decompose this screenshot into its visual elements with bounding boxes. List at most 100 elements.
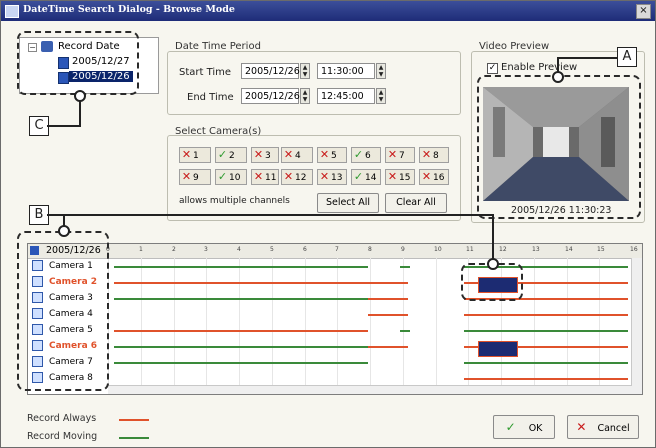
callout-a-region	[477, 75, 641, 219]
recording-segment[interactable]	[114, 330, 368, 332]
start-time-spinner[interactable]: ▲ ▼	[376, 63, 386, 79]
datetime-group	[167, 51, 461, 115]
camera-channel-3[interactable]: ✕ 3	[251, 147, 279, 163]
hour-tick: 11	[466, 246, 474, 253]
camera-channel-16[interactable]: ✕ 16	[419, 169, 449, 185]
camera-channel-label: 1	[193, 151, 199, 161]
cross-icon: ✕	[576, 420, 587, 434]
enable-preview-label: Enable Preview	[501, 62, 578, 73]
start-date-spinner[interactable]: ▲ ▼	[300, 63, 310, 79]
selected-range-block[interactable]	[478, 341, 518, 357]
hour-gridline	[174, 258, 175, 388]
callout-a-tag: A	[617, 47, 637, 67]
enable-preview-checkbox[interactable]: ✓	[487, 63, 498, 74]
recording-segment[interactable]	[114, 282, 408, 284]
check-icon: ✓	[505, 420, 516, 434]
camera-channel-1[interactable]: ✕ 1	[179, 147, 211, 163]
recording-segment[interactable]	[114, 298, 368, 300]
checked-icon: ✓	[353, 170, 364, 183]
select-all-button[interactable]: Select All	[317, 193, 379, 213]
end-time-spinner[interactable]: ▲ ▼	[376, 88, 386, 104]
camera-channel-15[interactable]: ✕ 15	[385, 169, 415, 185]
checked-icon: ✓	[217, 148, 228, 161]
camera-channel-label: 9	[193, 173, 199, 183]
camera-channel-10[interactable]: ✓ 10	[215, 169, 247, 185]
camera-channel-13[interactable]: ✕ 13	[317, 169, 347, 185]
callout-b-leader	[492, 214, 494, 262]
hour-gridline	[206, 258, 207, 388]
unchecked-icon: ✕	[319, 148, 330, 161]
recording-segment[interactable]	[368, 298, 408, 300]
hour-tick: 1	[139, 246, 143, 253]
camera-channel-label: 3	[265, 151, 271, 161]
hour-tick: 5	[270, 246, 274, 253]
hour-gridline	[534, 258, 535, 388]
recording-segment[interactable]	[114, 346, 368, 348]
hour-tick: 4	[237, 246, 241, 253]
recording-segment[interactable]	[368, 346, 408, 348]
callout-b-leader	[47, 214, 493, 216]
unchecked-icon: ✕	[421, 148, 432, 161]
recording-segment[interactable]	[114, 266, 368, 268]
hour-tick: 16	[630, 246, 638, 253]
camera-channel-2[interactable]: ✓ 2	[215, 147, 247, 163]
ok-button[interactable]: ✓ OK	[493, 415, 555, 439]
legend-record-moving: Record Moving	[27, 431, 98, 442]
timeline-vertical-scrollbar[interactable]	[631, 258, 642, 394]
camera-channel-11[interactable]: ✕ 11	[251, 169, 279, 185]
start-date-field[interactable]: 2005/12/26	[241, 63, 300, 79]
timeline-header: 2005/12/26 0 1 2 3 4 5 6 7 8 9 10 11 12 13 14 15 16	[28, 244, 642, 259]
callout-c-leader	[79, 99, 81, 126]
checked-icon: ✓	[353, 148, 364, 161]
hour-tick: 13	[532, 246, 540, 253]
cancel-button[interactable]: ✕ Cancel	[567, 415, 639, 439]
recording-segment[interactable]	[114, 362, 368, 364]
end-date-spinner[interactable]: ▲ ▼	[300, 88, 310, 104]
callout-c-dot	[74, 90, 86, 102]
end-time-label: End Time	[187, 92, 234, 103]
camera-channel-label: 6	[365, 151, 371, 161]
unchecked-icon: ✕	[283, 170, 294, 183]
camera-channel-label: 11	[265, 173, 277, 183]
recording-segment[interactable]	[400, 266, 410, 268]
dialog-window: DateTime Search Dialog - Browse Mode × −…	[0, 0, 656, 448]
camera-channel-label: 2	[229, 151, 235, 161]
clear-all-button[interactable]: Clear All	[385, 193, 447, 213]
camera-channel-4[interactable]: ✕ 4	[281, 147, 313, 163]
camera-channel-label: 13	[331, 173, 343, 183]
timeline-horizontal-scrollbar[interactable]	[108, 385, 632, 394]
multi-channel-hint: allows multiple channels	[179, 196, 290, 206]
camera-channel-label: 4	[295, 151, 301, 161]
camera-channel-6[interactable]: ✓ 6	[351, 147, 381, 163]
camera-channel-5[interactable]: ✕ 5	[317, 147, 347, 163]
camera-channel-9[interactable]: ✕ 9	[179, 169, 211, 185]
callout-c-leader	[47, 125, 81, 127]
hour-gridline	[337, 258, 338, 388]
recording-segment[interactable]	[464, 314, 628, 316]
unchecked-icon: ✕	[181, 148, 192, 161]
hour-gridline	[599, 258, 600, 388]
recording-segment[interactable]	[368, 314, 408, 316]
hour-gridline	[239, 258, 240, 388]
video-preview-label: Video Preview	[479, 41, 550, 52]
timeline-panel[interactable]: 2005/12/26 0 1 2 3 4 5 6 7 8 9 10 11 12 13 14 15 16 Came…	[27, 243, 643, 395]
recording-segment[interactable]	[464, 378, 628, 380]
hour-tick: 10	[434, 246, 442, 253]
camera-channel-label: 7	[399, 151, 405, 161]
camera-channel-8[interactable]: ✕ 8	[419, 147, 449, 163]
hour-tick: 6	[303, 246, 307, 253]
start-time-field[interactable]: 11:30:00	[317, 63, 375, 79]
recording-segment[interactable]	[464, 362, 628, 364]
recording-segment[interactable]	[400, 330, 410, 332]
close-button[interactable]: ×	[636, 4, 651, 19]
camera-channel-14[interactable]: ✓ 14	[351, 169, 381, 185]
callout-a-leader	[557, 57, 617, 59]
recording-segment[interactable]	[464, 330, 628, 332]
camera-channel-7[interactable]: ✕ 7	[385, 147, 415, 163]
hour-tick: 14	[565, 246, 573, 253]
end-date-field[interactable]: 2005/12/26	[241, 88, 300, 104]
unchecked-icon: ✕	[253, 148, 264, 161]
callout-b-tag: B	[29, 205, 49, 225]
camera-channel-12[interactable]: ✕ 12	[281, 169, 313, 185]
end-time-field[interactable]: 12:45:00	[317, 88, 375, 104]
